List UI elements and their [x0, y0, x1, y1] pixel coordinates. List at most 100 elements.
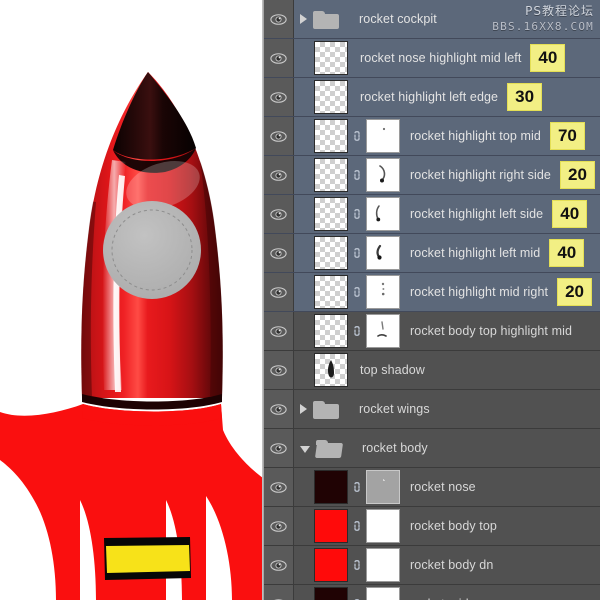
- eye-icon[interactable]: [270, 14, 287, 25]
- layer-row[interactable]: rocket body dn: [264, 546, 600, 585]
- eye-icon[interactable]: [270, 521, 287, 532]
- layer-row-content[interactable]: rocket nose highlight mid left40: [294, 39, 600, 77]
- layer-visibility-toggle[interactable]: [264, 195, 294, 233]
- layer-thumbnails[interactable]: [314, 470, 400, 504]
- layer-thumbnails[interactable]: [314, 119, 400, 153]
- layer-thumbnail[interactable]: [314, 236, 348, 270]
- layer-mask-thumbnail[interactable]: [366, 158, 400, 192]
- layer-row[interactable]: rocket highlight left mid40: [264, 234, 600, 273]
- layer-row-content[interactable]: rocket body dn: [294, 546, 600, 584]
- layer-mask-thumbnail[interactable]: [366, 275, 400, 309]
- layer-row[interactable]: rocket body top highlight mid: [264, 312, 600, 351]
- layer-row[interactable]: rocket highlight top mid70: [264, 117, 600, 156]
- mask-link-icon[interactable]: [351, 236, 363, 270]
- layer-visibility-toggle[interactable]: [264, 273, 294, 311]
- eye-icon[interactable]: [270, 287, 287, 298]
- layer-row-content[interactable]: rocket highlight mid right20: [294, 273, 600, 311]
- mask-link-icon[interactable]: [351, 509, 363, 543]
- layer-thumbnails[interactable]: [314, 314, 400, 348]
- layer-visibility-toggle[interactable]: [264, 0, 294, 38]
- layer-row-content[interactable]: rocket body: [294, 429, 600, 467]
- mask-link-icon[interactable]: [351, 314, 363, 348]
- mask-link-icon[interactable]: [351, 548, 363, 582]
- layer-row-content[interactable]: top shadow: [294, 351, 600, 389]
- layer-row-content[interactable]: rocket highlight left side40: [294, 195, 600, 233]
- layer-visibility-toggle[interactable]: [264, 312, 294, 350]
- link-icon[interactable]: [352, 207, 362, 221]
- layer-thumbnail[interactable]: [314, 314, 348, 348]
- layer-row[interactable]: rocket body: [264, 429, 600, 468]
- layers-panel[interactable]: rocket cockpitrocket nose highlight mid …: [264, 0, 600, 600]
- layer-thumbnail[interactable]: [314, 80, 348, 114]
- layer-visibility-toggle[interactable]: [264, 234, 294, 272]
- layer-row-content[interactable]: rocket body top highlight mid: [294, 312, 600, 350]
- eye-icon[interactable]: [270, 560, 287, 571]
- layer-row-content[interactable]: rocket highlight right side20: [294, 156, 600, 194]
- layer-visibility-toggle[interactable]: [264, 78, 294, 116]
- mask-link-icon[interactable]: [351, 587, 363, 600]
- layer-mask-thumbnail[interactable]: [366, 314, 400, 348]
- link-icon[interactable]: [352, 324, 362, 338]
- layer-thumbnails[interactable]: [314, 548, 400, 582]
- layer-thumbnails[interactable]: [314, 197, 400, 231]
- chevron-down-icon[interactable]: [300, 446, 310, 453]
- layer-thumbnails[interactable]: [314, 587, 400, 600]
- mask-link-icon[interactable]: [351, 119, 363, 153]
- layer-thumbnail[interactable]: [314, 41, 348, 75]
- layer-row-content[interactable]: rocket body top: [294, 507, 600, 545]
- link-icon[interactable]: [352, 480, 362, 494]
- eye-icon[interactable]: [270, 92, 287, 103]
- layer-row[interactable]: top shadow: [264, 351, 600, 390]
- layer-row-content[interactable]: rocket nose: [294, 468, 600, 506]
- link-icon[interactable]: [352, 519, 362, 533]
- layer-thumbnails[interactable]: [314, 353, 350, 387]
- layer-row[interactable]: rocket highlight right side20: [264, 156, 600, 195]
- layer-row-content[interactable]: rocket mid: [294, 585, 600, 600]
- layer-row[interactable]: rocket body top: [264, 507, 600, 546]
- layer-thumbnails[interactable]: [314, 158, 400, 192]
- eye-icon[interactable]: [270, 248, 287, 259]
- layer-row[interactable]: rocket highlight mid right20: [264, 273, 600, 312]
- layer-mask-thumbnail[interactable]: [366, 470, 400, 504]
- eye-icon[interactable]: [270, 365, 287, 376]
- layer-thumbnail[interactable]: [314, 119, 348, 153]
- layer-row-content[interactable]: rocket highlight left edge30: [294, 78, 600, 116]
- layer-visibility-toggle[interactable]: [264, 468, 294, 506]
- layer-thumbnail[interactable]: [314, 470, 348, 504]
- eye-icon[interactable]: [270, 443, 287, 454]
- layer-mask-thumbnail[interactable]: [366, 548, 400, 582]
- layer-row[interactable]: rocket nose: [264, 468, 600, 507]
- layer-visibility-toggle[interactable]: [264, 351, 294, 389]
- layer-thumbnails[interactable]: [314, 41, 350, 75]
- layer-row-content[interactable]: rocket highlight left mid40: [294, 234, 600, 272]
- eye-icon[interactable]: [270, 404, 287, 415]
- layer-mask-thumbnail[interactable]: [366, 197, 400, 231]
- layer-visibility-toggle[interactable]: [264, 429, 294, 467]
- mask-link-icon[interactable]: [351, 275, 363, 309]
- layer-thumbnails[interactable]: [314, 275, 400, 309]
- layer-thumbnail[interactable]: [314, 197, 348, 231]
- eye-icon[interactable]: [270, 131, 287, 142]
- layer-row[interactable]: rocket highlight left side40: [264, 195, 600, 234]
- layer-thumbnail[interactable]: [314, 353, 348, 387]
- layer-row-content[interactable]: rocket wings: [294, 390, 600, 428]
- link-icon[interactable]: [352, 558, 362, 572]
- layer-mask-thumbnail[interactable]: [366, 119, 400, 153]
- link-icon[interactable]: [352, 246, 362, 260]
- eye-icon[interactable]: [270, 326, 287, 337]
- layer-thumbnails[interactable]: [314, 80, 350, 114]
- layer-row-content[interactable]: rocket cockpit: [294, 0, 600, 38]
- layer-thumbnail[interactable]: [314, 158, 348, 192]
- mask-link-icon[interactable]: [351, 470, 363, 504]
- chevron-right-icon[interactable]: [300, 14, 307, 24]
- layer-visibility-toggle[interactable]: [264, 507, 294, 545]
- layer-mask-thumbnail[interactable]: [366, 587, 400, 600]
- layer-visibility-toggle[interactable]: [264, 117, 294, 155]
- layer-row[interactable]: rocket highlight left edge30: [264, 78, 600, 117]
- layer-row[interactable]: rocket mid: [264, 585, 600, 600]
- layer-thumbnails[interactable]: [314, 236, 400, 270]
- layer-thumbnail[interactable]: [314, 548, 348, 582]
- layer-thumbnail[interactable]: [314, 275, 348, 309]
- eye-icon[interactable]: [270, 170, 287, 181]
- layer-thumbnail[interactable]: [314, 587, 348, 600]
